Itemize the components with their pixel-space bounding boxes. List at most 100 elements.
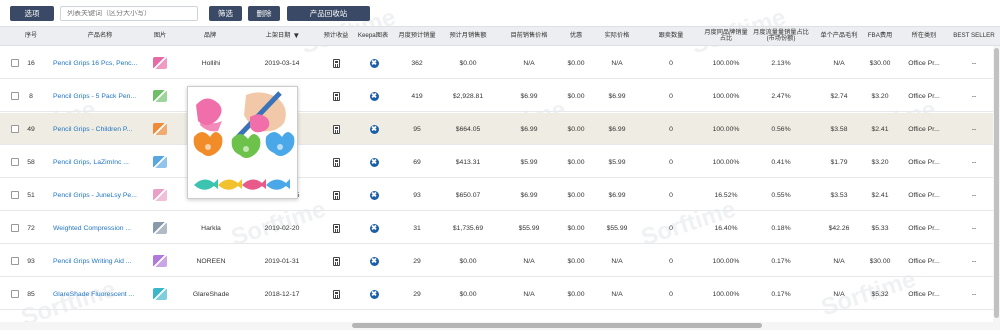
keepa-chart-icon[interactable]: ✖ (369, 223, 379, 233)
cell-name[interactable]: Pencil Grips - JuneLsy Pe... (53, 179, 145, 211)
cell-price: $55.99 (518, 224, 540, 232)
col-header-brand-share[interactable]: 月度同品牌销量占比 (702, 27, 750, 45)
table-row[interactable]: 72 Weighted Compression ... Harkla 2019-02-… (0, 212, 1000, 244)
keepa-chart-icon[interactable]: ✖ (369, 124, 379, 134)
calculator-icon[interactable] (332, 124, 340, 134)
cell-market-share: 0.17% (771, 290, 791, 298)
keepa-chart-icon[interactable]: ✖ (369, 289, 379, 299)
calculator-icon[interactable] (332, 256, 340, 266)
cell-price: $6.99 (520, 125, 538, 133)
table-row[interactable]: 8Pencil Grips - 5 Pack Pen...3✖419$2,928… (0, 80, 1000, 112)
row-checkbox[interactable] (11, 257, 19, 265)
product-thumbnail[interactable] (153, 156, 167, 168)
table-row[interactable]: 58Pencil Grips, LaZimInc ...1✖69$413.31$… (0, 146, 1000, 178)
col-header-monthly-revenue[interactable]: 预计月销售额 (443, 27, 493, 45)
table-row[interactable]: 49Pencil Grips - Children P...2✖95$664.0… (0, 113, 1000, 145)
row-checkbox[interactable] (11, 59, 19, 67)
product-thumbnail[interactable] (153, 222, 167, 234)
keepa-chart-icon[interactable]: ✖ (369, 190, 379, 200)
cell-no: 85 (27, 290, 35, 298)
table-row[interactable]: 93 Pencil Grips Writing Aid ... NOREEN 2019… (0, 245, 1000, 277)
col-header-keepa[interactable]: Keepa图表 (354, 27, 392, 45)
col-header-no[interactable]: 序号 (22, 27, 40, 45)
cell-revenue: $2,928.81 (452, 92, 484, 100)
col-header-monthly-sales[interactable]: 月度预计销量 (394, 27, 440, 45)
keepa-chart-icon[interactable]: ✖ (369, 157, 379, 167)
product-thumbnail[interactable] (153, 57, 167, 69)
calculator-icon[interactable] (332, 190, 340, 200)
cell-name[interactable]: Pencil Grips Writing Aid ... (53, 245, 145, 277)
cell-brand-share: 16.40% (714, 224, 738, 232)
calculator-icon[interactable] (332, 223, 340, 233)
col-header-profit[interactable]: 单个产品毛利 (814, 27, 864, 45)
col-header-discount[interactable]: 优惠 (565, 27, 587, 45)
col-header-sellers[interactable]: 跟卖数量 (653, 27, 689, 45)
cell-discount: $0.00 (567, 158, 585, 166)
row-checkbox[interactable] (11, 224, 19, 232)
col-header-best-seller[interactable]: BEST SELLER (950, 27, 998, 45)
vertical-scroll-thumb[interactable] (994, 48, 999, 318)
col-header-actual-price[interactable]: 实际价格 (599, 27, 635, 45)
table-row[interactable]: 51Pencil Grips - JuneLsy Pe...JuneLsy201… (0, 179, 1000, 211)
product-thumbnail[interactable] (153, 123, 167, 135)
row-checkbox[interactable] (11, 158, 19, 166)
row-checkbox[interactable] (11, 125, 19, 133)
row-checkbox-cell (9, 179, 21, 211)
cell-fba: $3.20 (871, 158, 889, 166)
vertical-scrollbar[interactable] (993, 46, 1000, 322)
cell-profit: $3.58 (830, 125, 848, 133)
col-header-brand[interactable]: 品牌 (195, 27, 225, 45)
col-header-est-profit[interactable]: 预计收益 (320, 27, 352, 45)
options-button[interactable]: 选项 (10, 6, 54, 21)
row-checkbox[interactable] (11, 92, 19, 100)
col-header-market-share[interactable]: 月度流量量销量占比(市场份额) (750, 27, 812, 45)
col-header-date[interactable]: 上架日期 ▼ (258, 27, 308, 45)
cell-brand: Hollihi (201, 59, 221, 67)
search-box[interactable] (60, 6, 198, 21)
product-thumbnail[interactable] (153, 288, 167, 300)
cell-name[interactable]: Weighted Compression ... (53, 212, 145, 244)
cell-name[interactable]: Pencil Grips - Children P... (53, 113, 145, 145)
keepa-chart-icon[interactable]: ✖ (369, 58, 379, 68)
horizontal-scroll-thumb[interactable] (352, 323, 762, 328)
product-thumbnail[interactable] (153, 90, 167, 102)
row-checkbox-cell (9, 146, 21, 178)
col-header-name[interactable]: 产品名称 (70, 27, 130, 45)
calculator-icon[interactable] (332, 157, 340, 167)
calculator-icon[interactable] (332, 58, 340, 68)
profit-calculator-cell (326, 80, 346, 112)
product-thumbnail[interactable] (153, 255, 167, 267)
row-checkbox[interactable] (11, 191, 19, 199)
cell-market-share: 2.13% (771, 59, 791, 67)
product-thumbnail[interactable] (153, 189, 167, 201)
cell-name[interactable]: Pencil Grips, LaZimInc ... (53, 146, 145, 178)
table-row[interactable]: 85 GlareShade Fluorescent ... GlareShade 20… (0, 278, 1000, 310)
keepa-chart-icon[interactable]: ✖ (369, 91, 379, 101)
cell-market-share: 0.17% (771, 257, 791, 265)
delete-button[interactable]: 删除 (248, 6, 280, 21)
cell-name[interactable]: Pencil Grips - 5 Pack Pen... (53, 80, 145, 112)
cell-price: N/A (523, 257, 535, 265)
row-checkbox[interactable] (11, 290, 19, 298)
cell-no: 8 (29, 92, 33, 100)
cell-best: -- (971, 224, 977, 232)
keepa-chart-icon[interactable]: ✖ (369, 256, 379, 266)
table-header: 序号 产品名称 图片 品牌 上架日期 ▼ 预计收益 Keepa图表 月度预计销量… (0, 26, 1000, 46)
col-header-image[interactable]: 图片 (148, 27, 172, 45)
sort-desc-icon[interactable]: ▼ (292, 31, 300, 40)
cell-date: 2018-12-17 (264, 290, 300, 298)
calculator-icon[interactable] (332, 289, 340, 299)
table-row[interactable]: 16 Pencil Grips 16 Pcs, Penc... Hollihi 201… (0, 47, 1000, 79)
search-input[interactable] (67, 10, 197, 17)
filter-button[interactable]: 筛选 (209, 6, 242, 21)
cell-price: $6.99 (520, 191, 538, 199)
col-header-fba[interactable]: FBA费用 (864, 27, 896, 45)
recycle-bin-button[interactable]: 产品回收站 (287, 6, 370, 21)
cell-name[interactable]: Pencil Grips 16 Pcs, Penc... (53, 47, 145, 79)
calculator-icon[interactable] (332, 91, 340, 101)
horizontal-scrollbar[interactable] (0, 322, 1000, 330)
col-header-current-price[interactable]: 目前销售价格 (505, 27, 553, 45)
cell-sales: 95 (413, 125, 421, 133)
col-header-category[interactable]: 所在类别 (902, 27, 946, 45)
cell-name[interactable]: GlareShade Fluorescent ... (53, 278, 145, 310)
